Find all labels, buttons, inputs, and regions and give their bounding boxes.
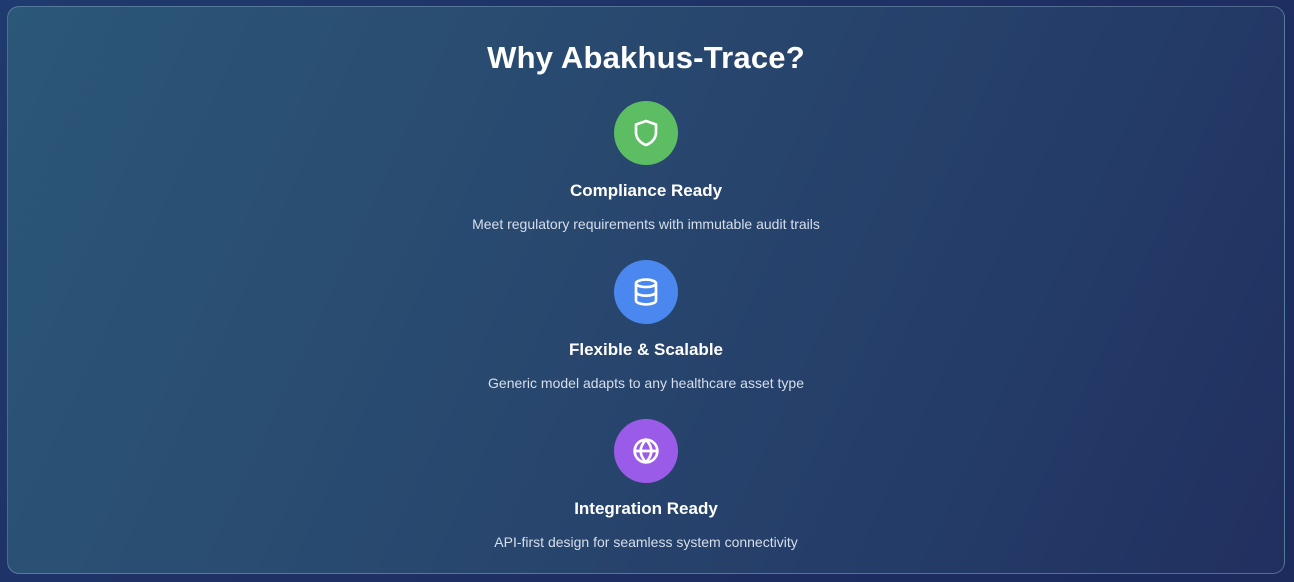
section-title: Why Abakhus-Trace? [487, 40, 805, 75]
feature-title: Flexible & Scalable [568, 340, 723, 359]
database-icon [634, 278, 658, 306]
shield-icon [634, 119, 658, 147]
why-section-card: Why Abakhus-Trace? Compliance Ready Meet… [7, 6, 1285, 574]
flexible-icon-badge [614, 260, 678, 324]
feature-compliance: Compliance Ready Meet regulatory require… [346, 101, 946, 233]
feature-integration: Integration Ready API-first design for s… [346, 419, 946, 551]
globe-icon [633, 438, 659, 464]
feature-description: Meet regulatory requirements with immuta… [472, 216, 820, 232]
feature-description: Generic model adapts to any healthcare a… [488, 375, 804, 391]
feature-description: API-first design for seamless system con… [494, 534, 798, 550]
feature-flexible: Flexible & Scalable Generic model adapts… [346, 260, 946, 392]
feature-title: Compliance Ready [569, 181, 723, 200]
page-background: Why Abakhus-Trace? Compliance Ready Meet… [0, 0, 1294, 582]
compliance-icon-badge [614, 101, 678, 165]
feature-title: Integration Ready [574, 499, 718, 518]
integration-icon-badge [614, 419, 678, 483]
